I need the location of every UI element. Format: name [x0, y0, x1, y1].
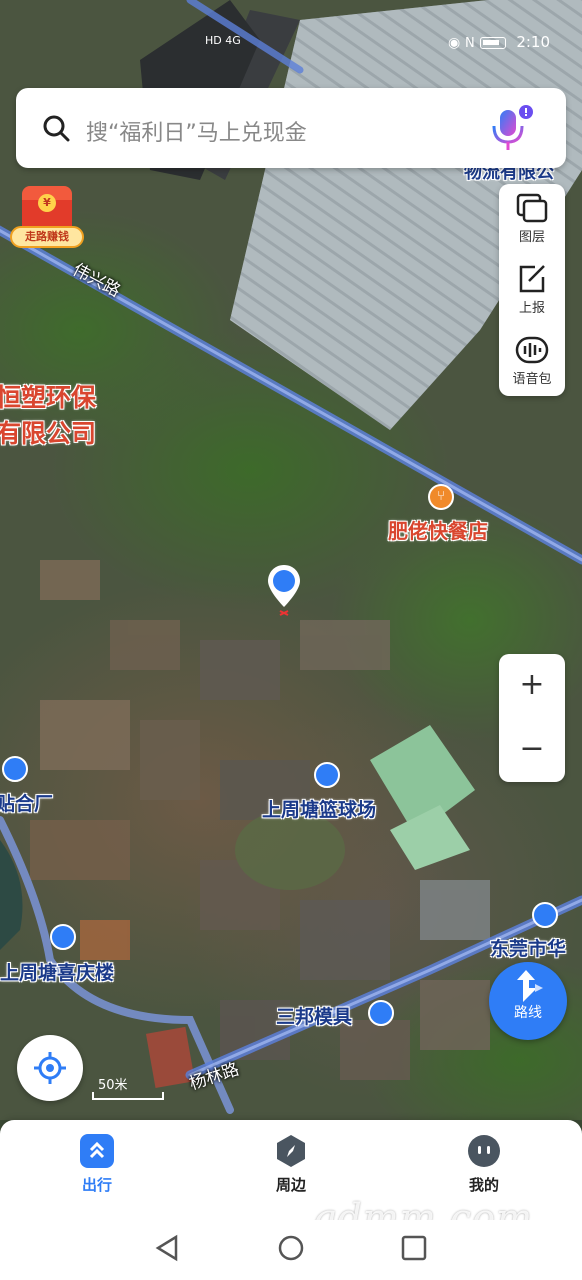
layers-button[interactable]: 图层 — [499, 184, 565, 254]
walk-earn-promo[interactable]: ¥ 走路赚钱 — [10, 186, 84, 250]
eye-icon: ◉ — [448, 35, 461, 51]
report-icon — [519, 265, 545, 293]
route-arrow-icon — [517, 970, 543, 1002]
home-icon[interactable] — [277, 1234, 305, 1262]
route-button[interactable]: 路线 — [489, 962, 567, 1040]
mold-poi-icon[interactable] — [368, 1000, 394, 1026]
sports-poi-icon[interactable] — [314, 762, 340, 788]
coin-icon: ¥ — [38, 194, 56, 212]
restaurant-poi-icon[interactable]: ⑂ — [428, 484, 454, 510]
building-poi-icon[interactable] — [50, 924, 76, 950]
map-scale: 50米 — [92, 1072, 166, 1100]
place-label-hengsu[interactable]: 恒塑环保 — [0, 378, 96, 414]
place-label-factory[interactable]: 贴合厂 — [0, 789, 53, 816]
travel-icon — [80, 1134, 114, 1168]
voice-pack-icon — [515, 336, 549, 364]
status-right: ◉ N 2:10 — [448, 33, 550, 51]
place-label-company[interactable]: 有限公司 — [0, 414, 96, 450]
nfc-icon: N — [465, 36, 475, 51]
tab-mine[interactable]: 我的 — [444, 1134, 524, 1195]
back-icon[interactable] — [154, 1234, 180, 1262]
network-indicator: HD 4G — [205, 34, 241, 47]
crosshair-icon — [34, 1052, 66, 1084]
tab-nearby[interactable]: 周边 — [251, 1134, 331, 1195]
voice-pack-button[interactable]: 语音包 — [499, 326, 565, 396]
location-pin-icon[interactable] — [266, 563, 302, 617]
battery-icon — [479, 36, 506, 49]
compass-icon — [274, 1134, 308, 1168]
place-label-sanbang[interactable]: 三邦模具 — [276, 1002, 352, 1029]
satellite-map[interactable]: HD 4G ◉ N 2:10 伟兴路 杨林路 恒塑环保 有限公司 ⑂ 肥佬快餐店… — [0, 0, 582, 1120]
search-box[interactable]: 搜“福利日”马上兑现金 — [16, 88, 566, 168]
status-bar: HD 4G ◉ N 2:10 — [0, 30, 582, 58]
locate-me-button[interactable] — [17, 1035, 83, 1101]
search-icon — [43, 115, 70, 142]
factory-poi-icon[interactable] — [2, 756, 28, 782]
search-placeholder: 搜“福利日”马上兑现金 — [86, 121, 307, 146]
zoom-in-button[interactable]: + — [499, 654, 565, 718]
report-button[interactable]: 上报 — [499, 255, 565, 325]
clock: 2:10 — [516, 33, 550, 51]
place-label-court[interactable]: 上周塘篮球场 — [262, 795, 376, 822]
layers-icon — [516, 193, 548, 223]
recents-icon[interactable] — [401, 1234, 427, 1262]
place-label-xiqinglou[interactable]: 上周塘喜庆楼 — [0, 958, 114, 985]
voice-mic-icon[interactable] — [488, 104, 534, 152]
place-label-dongguan[interactable]: 东莞市华 — [490, 934, 566, 961]
zoom-out-button[interactable]: − — [499, 718, 565, 782]
map-tools-panel: 图层 上报 语音包 — [499, 184, 565, 396]
zoom-control: + − — [499, 654, 565, 782]
profile-icon — [467, 1134, 501, 1168]
tab-travel[interactable]: 出行 — [57, 1134, 137, 1195]
system-nav-bar — [0, 1220, 582, 1280]
promo-label: 走路赚钱 — [10, 226, 84, 248]
place-label-restaurant[interactable]: 肥佬快餐店 — [388, 515, 488, 544]
company-poi-icon[interactable] — [532, 902, 558, 928]
